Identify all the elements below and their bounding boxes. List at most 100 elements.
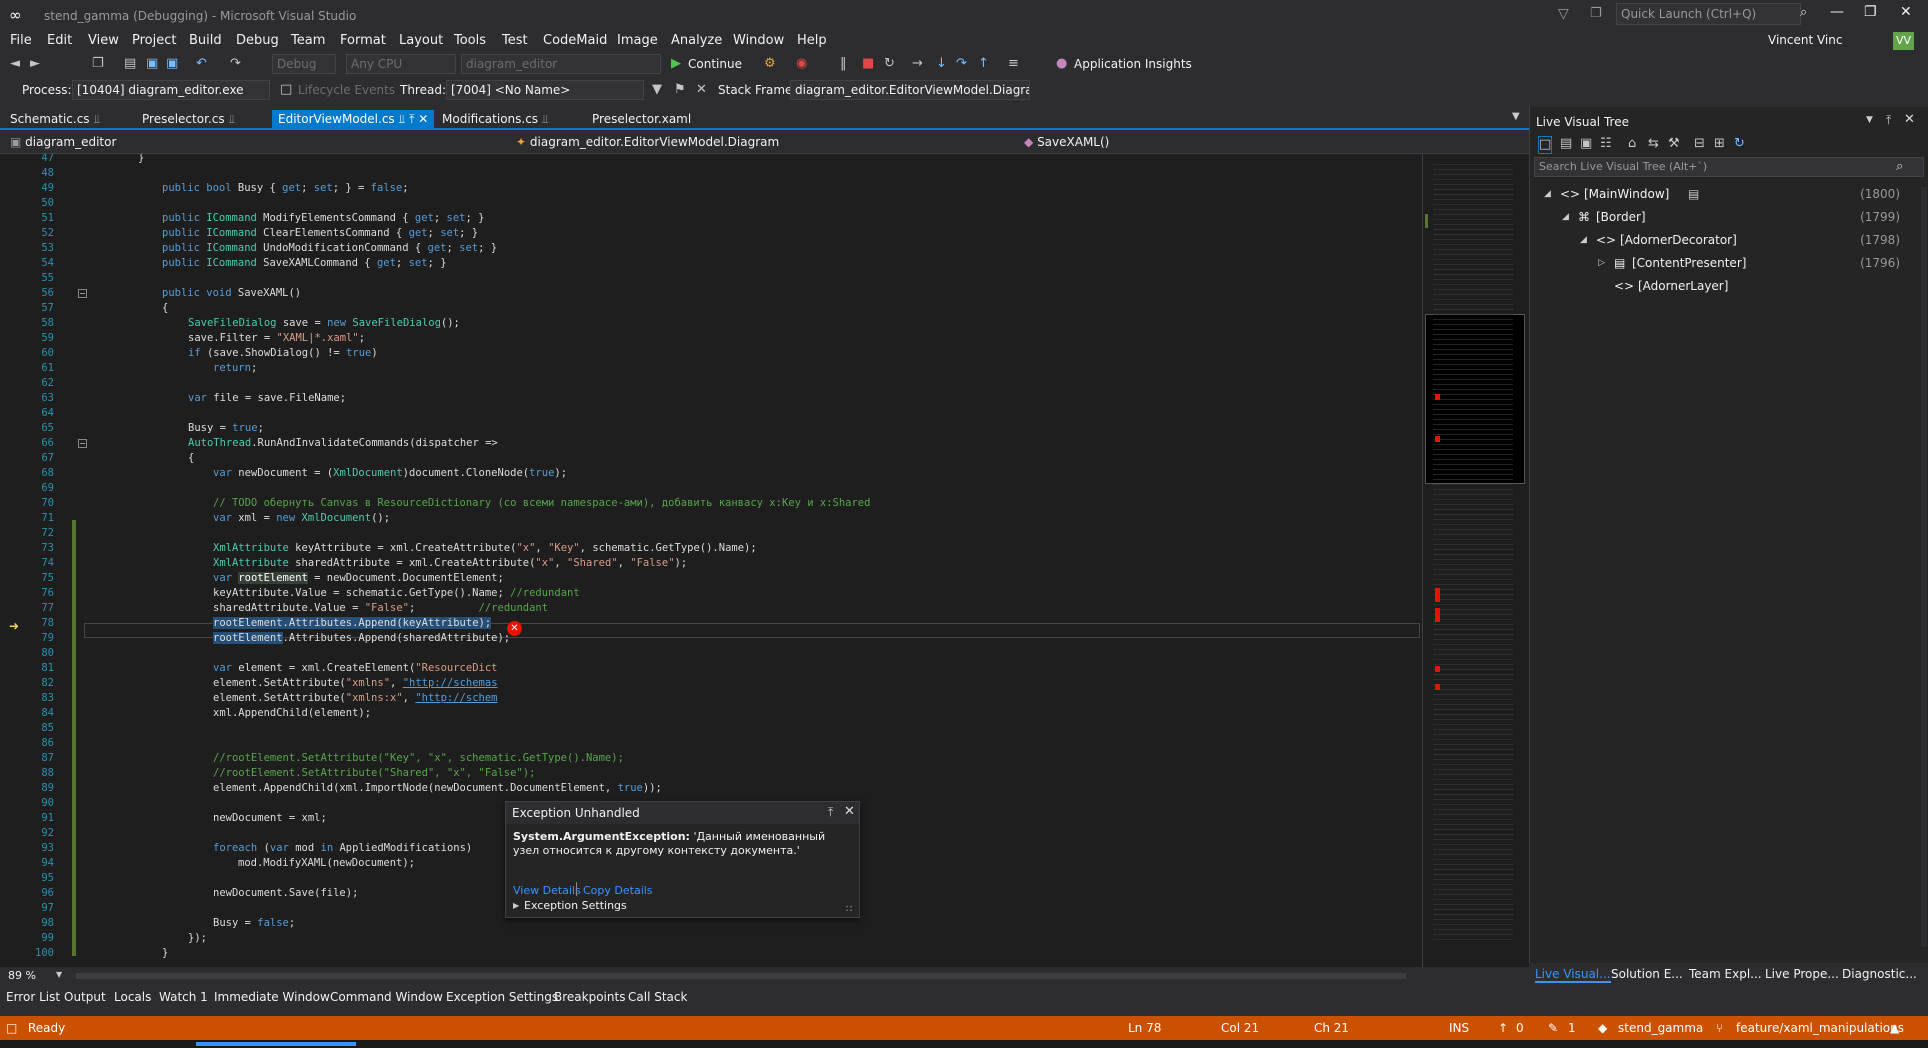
zoom-select[interactable]: 89 %	[8, 969, 36, 982]
repository-name[interactable]: stend_gamma	[1618, 1021, 1703, 1035]
restart-icon[interactable]: ↻	[884, 56, 895, 72]
menu-codemaid[interactable]: CodeMaid	[543, 33, 607, 48]
tree-node[interactable]: ▷ ▤ [ContentPresenter] (1796)	[1540, 256, 1920, 274]
menu-test[interactable]: Test	[502, 33, 528, 48]
undo-icon[interactable]: ↶	[196, 56, 207, 72]
close-button[interactable]: ✕	[1900, 4, 1912, 20]
branch-icon[interactable]: ⑂	[1716, 1021, 1723, 1035]
continue-button[interactable]: Continue	[688, 57, 742, 71]
push-icon[interactable]: ↑	[1498, 1021, 1508, 1035]
quick-launch-input[interactable]: Quick Launch (Ctrl+Q)	[1616, 3, 1801, 25]
back-icon[interactable]: ◄	[10, 56, 20, 72]
tree-node[interactable]: <> [AdornerLayer]	[1540, 279, 1920, 297]
member-nav-select[interactable]: ◆ SaveXAML()	[1024, 135, 1524, 149]
pin-icon[interactable]: ⤒	[828, 805, 833, 820]
tab-error-list[interactable]: Error List	[6, 990, 60, 1004]
branch-name[interactable]: feature/xaml_manipulations	[1736, 1021, 1904, 1035]
pending-changes-count[interactable]: 1	[1568, 1021, 1576, 1035]
menu-layout[interactable]: Layout	[399, 33, 443, 48]
tree-node[interactable]: ◢ <> [AdornerDecorator] (1798)	[1540, 233, 1920, 251]
tab-editorviewmodel-cs[interactable]: EditorViewModel.cs ⫫ ⤒ ✕	[272, 110, 435, 130]
type-nav-select[interactable]: ✦ diagram_editor.EditorViewModel.Diagram	[516, 135, 1018, 149]
maximize-button[interactable]: ❐	[1864, 4, 1877, 20]
pin-icon[interactable]: ⫫	[93, 112, 100, 126]
forward-icon[interactable]: ►	[30, 56, 40, 72]
pin-tab-icon[interactable]: ⤒	[409, 112, 414, 126]
attach-icon[interactable]: ⚙	[764, 56, 776, 72]
select-element-icon[interactable]: □	[1538, 136, 1553, 154]
tab-diagnostic-tools[interactable]: Diagnostic...	[1842, 967, 1917, 981]
project-nav-select[interactable]: ▣ diagram_editor	[10, 135, 508, 149]
continue-icon[interactable]: ▶	[671, 56, 681, 72]
tab-preselector-cs[interactable]: Preselector.cs ⫫	[136, 110, 241, 130]
process-select[interactable]: [10404] diagram_editor.exe	[72, 80, 270, 100]
filter-icon[interactable]: ▽	[1558, 6, 1569, 22]
menu-project[interactable]: Project	[132, 33, 176, 48]
thread-select[interactable]: [7004] <No Name>	[446, 80, 644, 100]
menu-tools[interactable]: Tools	[454, 33, 486, 48]
close-icon[interactable]: ✕	[1904, 112, 1915, 127]
browser-icon[interactable]: ◉	[796, 56, 807, 72]
repo-icon[interactable]: ◆	[1598, 1021, 1607, 1035]
vertical-scrollbar[interactable]	[1921, 187, 1927, 947]
resize-grip-icon[interactable]: ∷	[846, 904, 852, 915]
show-next-statement-icon[interactable]: →	[912, 56, 923, 72]
tree-node[interactable]: ◢ ⌘ [Border] (1799)	[1540, 210, 1920, 228]
new-project-icon[interactable]: ❐	[92, 56, 104, 72]
refresh-icon[interactable]: ↻	[1734, 136, 1745, 152]
pin-icon[interactable]: ⫫	[399, 112, 406, 126]
preview-selection-icon[interactable]: ⌂	[1628, 136, 1636, 152]
expand-triangle-icon[interactable]: ◢	[1580, 235, 1587, 245]
search-icon[interactable]: ⌕	[1800, 5, 1807, 20]
horizontal-scrollbar[interactable]	[76, 973, 1406, 979]
app-insights-icon[interactable]: ●	[1056, 56, 1067, 72]
pin-icon[interactable]: ⤒	[1886, 113, 1891, 128]
unflag-icon[interactable]: ✕	[696, 82, 707, 98]
flag-icon[interactable]: ⚑	[674, 82, 686, 98]
pin-icon[interactable]: ⫫	[228, 112, 235, 126]
stop-icon[interactable]: ■	[862, 56, 874, 72]
branch-menu-icon[interactable]: ▲	[1890, 1021, 1899, 1035]
tab-exception-settings[interactable]: Exception Settings	[446, 990, 558, 1004]
expand-triangle-icon[interactable]: ◢	[1562, 212, 1569, 222]
menu-help[interactable]: Help	[797, 33, 827, 48]
close-icon[interactable]: ✕	[844, 804, 855, 819]
unpublished-commits-count[interactable]: 0	[1516, 1021, 1524, 1035]
tab-immediate-window[interactable]: Immediate Window	[214, 990, 330, 1004]
zoom-dropdown-icon[interactable]: ▼	[56, 970, 62, 979]
tab-preselector-xaml[interactable]: Preselector.xaml	[586, 110, 697, 130]
save-all-icon[interactable]: ▣	[166, 56, 178, 72]
view-details-link[interactable]: View Details	[513, 884, 581, 897]
collapse-all-icon[interactable]: ⊟	[1694, 136, 1705, 152]
show-just-my-xaml-icon[interactable]: ⇆	[1648, 136, 1659, 152]
step-into-icon[interactable]: ↓	[936, 56, 947, 72]
tab-live-property-explorer[interactable]: Live Prope...	[1765, 967, 1839, 981]
hex-icon[interactable]: ≡	[1008, 56, 1019, 72]
menu-image[interactable]: Image	[617, 33, 658, 48]
code-editor[interactable]: ➜ 47 48 49 50 51 52 53 54 55 56 57 58 59 60 61 62 63 64 65…	[0, 154, 1422, 967]
platform-select[interactable]: Any CPU	[346, 54, 456, 74]
copy-details-link[interactable]: Copy Details	[583, 884, 653, 897]
step-out-icon[interactable]: ↑	[978, 56, 989, 72]
live-property-icon[interactable]: ▤	[1688, 187, 1699, 201]
menu-edit[interactable]: Edit	[47, 33, 72, 48]
config-select[interactable]: Debug	[272, 54, 336, 74]
redo-icon[interactable]: ↷	[230, 56, 241, 72]
flag-filter-icon[interactable]: ▼	[652, 82, 662, 98]
expand-all-icon[interactable]: ⊞	[1714, 136, 1725, 152]
menu-window[interactable]: Window	[733, 33, 784, 48]
panel-dropdown-icon[interactable]: ▼	[1866, 115, 1873, 125]
collapse-toggle-icon[interactable]: −	[78, 439, 87, 448]
menu-debug[interactable]: Debug	[236, 33, 279, 48]
app-insights-button[interactable]: Application Insights	[1074, 57, 1192, 71]
collapse-toggle-icon[interactable]: −	[78, 289, 87, 298]
exception-settings-expander[interactable]: Exception Settings	[524, 899, 627, 912]
expand-triangle-icon[interactable]: ◢	[1544, 189, 1551, 199]
open-file-icon[interactable]: ▤	[124, 56, 136, 72]
tab-locals[interactable]: Locals	[114, 990, 151, 1004]
tab-command-window[interactable]: Command Window	[330, 990, 443, 1004]
close-tab-icon[interactable]: ✕	[418, 112, 428, 126]
menu-team[interactable]: Team	[291, 33, 325, 48]
tab-watch-1[interactable]: Watch 1	[159, 990, 208, 1004]
tab-live-visual-tree[interactable]: Live Visual...	[1535, 967, 1611, 983]
